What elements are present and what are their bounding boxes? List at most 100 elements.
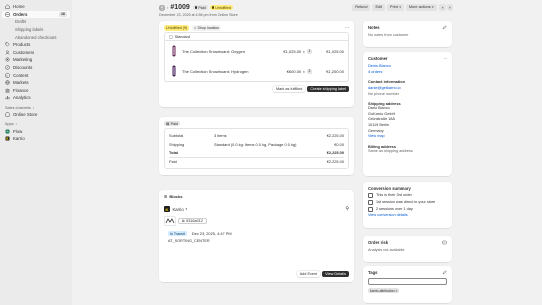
multiply-icon: ×	[302, 68, 305, 74]
sidebar-item-orders[interactable]: Orders 16	[2, 10, 70, 19]
payment-summary-box: Subtotal 3 items €2,225.00 Shipping Stan…	[164, 128, 349, 169]
customer-orders-link[interactable]: 4 orders	[368, 69, 447, 75]
karrio-icon	[5, 136, 10, 141]
store-icon	[5, 112, 10, 117]
sidebar-item-abandoned-checkouts[interactable]: Abandoned checkouts	[2, 33, 70, 41]
chevron-up-icon[interactable]: ˄	[439, 4, 446, 11]
edit-pencil-icon[interactable]	[442, 25, 447, 30]
sidebar-item-label: Customers	[13, 49, 35, 55]
order-icon	[368, 192, 373, 198]
badge-label: Unfulfilled	[215, 5, 231, 10]
sidebar-item-customers[interactable]: Customers	[2, 49, 70, 57]
print-button[interactable]: Print ▾	[387, 4, 404, 11]
snowboard-thumbnail	[169, 44, 178, 58]
paid-status-badge: ▤ Paid	[164, 121, 180, 127]
fulfillment-status-badge: Unfulfilled	[209, 4, 233, 11]
order-risk-text: Analysis not available	[368, 248, 405, 252]
orders-icon[interactable]	[159, 5, 165, 11]
conversion-row: This is their 3rd order	[368, 191, 447, 199]
sidebar-item-home[interactable]: Home	[2, 3, 70, 11]
pin-icon[interactable]: ⚲	[345, 206, 349, 212]
unfulfilled-status-badge: Unfulfilled (9)	[164, 25, 190, 31]
chevron-down-icon[interactable]: ˅	[446, 4, 453, 11]
edit-button[interactable]: Edit	[372, 4, 386, 11]
sidebar-item-label: Online Store	[13, 112, 38, 118]
tracking-event-row: In Transit Dec 23, 2025, 4:47 PM	[159, 226, 354, 236]
order-subline: December 23, 2025 at 4:56 pm from Online…	[159, 13, 238, 17]
payment-amount: €2,225.00	[326, 132, 344, 138]
blocks-icon: ⊞	[164, 194, 168, 199]
person-icon	[5, 50, 10, 55]
more-options-icon[interactable]: ···	[345, 25, 349, 31]
view-map-link[interactable]: View map	[368, 134, 447, 140]
line-item-name[interactable]: The Collection Snowboard: Hydrogen	[182, 69, 275, 74]
sidebar-item-products[interactable]: Products	[2, 41, 70, 49]
more-options-icon[interactable]: ···	[443, 56, 447, 61]
sidebar-item-drafts[interactable]: Drafts	[2, 18, 70, 26]
event-date: Dec 23, 2025, 4:47 PM	[191, 231, 232, 236]
close-icon[interactable]: ×	[395, 289, 397, 293]
notes-title: Notes	[368, 25, 380, 30]
payment-card: ▤ Paid Subtotal 3 items €2,225.00 Shippin…	[159, 117, 354, 175]
tags-input[interactable]	[368, 278, 447, 285]
sidebar-item-flow[interactable]: Flow	[2, 127, 70, 135]
payment-row-total: Total €2,225.00	[169, 148, 344, 157]
chevron-down-icon: ▾	[399, 5, 401, 10]
image-icon[interactable]	[442, 240, 447, 245]
badge-label: Paid	[170, 121, 178, 126]
section-label: Apps	[5, 122, 14, 127]
line-item-name[interactable]: The Collection Snowboard: Oxygen	[182, 49, 275, 54]
session-icon	[368, 199, 373, 205]
sidebar-item-content[interactable]: Content	[2, 71, 70, 79]
sidebar-item-karrio[interactable]: Karrio	[2, 135, 70, 143]
customer-title: Customer	[368, 56, 388, 61]
chevron-down-icon[interactable]: ▾	[186, 207, 188, 211]
refund-button[interactable]: Refund	[352, 4, 371, 11]
flow-icon	[5, 129, 10, 134]
chevron-right-icon: ›	[15, 122, 17, 127]
orders-icon	[5, 12, 10, 17]
tracking-number-pill[interactable]: ⧉ 5316a012	[178, 217, 207, 225]
payment-row-shipping: Shipping Standard (0.0 kg: Items 0.0 kg,…	[169, 140, 344, 149]
order-risk-title: Order risk	[368, 240, 389, 245]
orders-count-badge: 16	[59, 12, 67, 17]
line-item[interactable]: The Collection Snowboard: Hydrogen €600.…	[165, 61, 348, 81]
edit-pencil-icon[interactable]	[442, 270, 447, 275]
location-badge: ⌂ Shop location	[192, 25, 222, 31]
customer-card: Customer ··· Denis Blanco 4 orders Conta…	[363, 52, 452, 176]
sidebar-item-analytics[interactable]: Analytics	[2, 94, 70, 102]
payment-amount: €2,225.00	[326, 159, 344, 165]
app-name[interactable]: Karrio	[173, 207, 184, 212]
view-details-button[interactable]: View Details	[322, 270, 349, 277]
mark-as-fulfilled-button[interactable]: Mark as fulfilled	[272, 86, 306, 93]
location-icon: ⌂	[194, 25, 197, 30]
line-item-unit-price: €1,025.00	[283, 48, 302, 54]
payment-amount: €2,225.00	[326, 150, 344, 156]
delivery-box-icon: ▢	[169, 35, 173, 39]
sidebar-item-discounts[interactable]: Discounts	[2, 64, 70, 72]
sales-channels-heading[interactable]: Sales channels ›	[2, 105, 70, 111]
line-item[interactable]: The Collection Snowboard: Oxygen €1,025.…	[165, 41, 348, 61]
sidebar-item-finance[interactable]: Finance	[2, 87, 70, 95]
sidebar-item-markets[interactable]: Markets	[2, 79, 70, 87]
add-event-button[interactable]: Add Event	[296, 270, 321, 277]
sidebar-item-label: Markets	[13, 80, 29, 86]
sidebar-item-label: Home	[13, 4, 25, 10]
sidebar-item-marketing[interactable]: Marketing	[2, 56, 70, 64]
payment-label: Subtotal	[169, 132, 184, 138]
tag-chip[interactable]: karrio-attribution ×	[368, 288, 400, 294]
view-conversion-details-link[interactable]: View conversion details	[368, 213, 447, 217]
sidebar-item-online-store[interactable]: Online Store	[2, 111, 70, 119]
more-actions-button[interactable]: More actions ▾	[405, 4, 437, 11]
billing-address-text: Same as shipping address	[368, 149, 413, 154]
button-label: Print	[390, 5, 398, 10]
button-label: More actions	[408, 5, 431, 10]
blocks-card: ⊞ Blocks K Karrio ▾ ⚲ ⧉ 5316a012 In Trans…	[159, 190, 354, 282]
event-location: AT_SORTING_CENTER	[168, 239, 210, 243]
blocks-title: Blocks	[169, 194, 183, 199]
badge-label: Unfulfilled (9)	[166, 25, 188, 30]
sidebar-item-shipping-labels[interactable]: Shipping labels	[2, 26, 70, 34]
globe-icon	[5, 80, 10, 85]
create-shipping-label-button[interactable]: Create shipping label	[307, 86, 349, 93]
tag-icon	[5, 42, 10, 47]
